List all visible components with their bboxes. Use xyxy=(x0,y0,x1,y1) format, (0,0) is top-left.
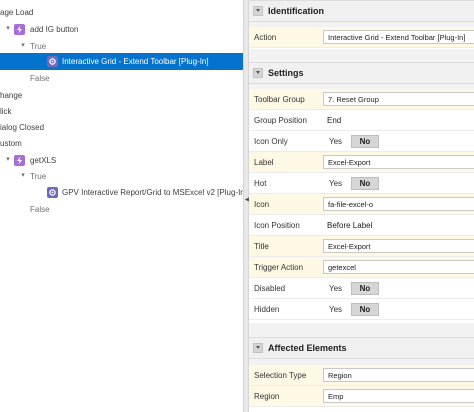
prop-row-label: Label Excel-Export xyxy=(249,152,474,173)
label-input[interactable]: Excel-Export xyxy=(323,155,474,169)
tree-node-false-branch[interactable]: False xyxy=(0,201,243,218)
trigger-action-input[interactable]: getexcel xyxy=(323,260,474,274)
yes-option[interactable]: Yes xyxy=(329,137,351,146)
tree-node-label: lick xyxy=(0,107,12,116)
disabled-toggle: Yes No xyxy=(329,281,379,295)
tree-node-getxls[interactable]: ▾ getXLS xyxy=(0,152,243,169)
prop-label: Hidden xyxy=(254,305,280,314)
prop-label: Icon xyxy=(254,200,270,209)
prop-row-icon-position: Icon Position Before Label xyxy=(249,215,474,236)
no-option[interactable]: No xyxy=(351,281,379,295)
tree-node-label: False xyxy=(30,205,50,214)
prop-label: Label xyxy=(254,158,274,167)
tree-node-gpv-excel-action[interactable]: GPV Interactive Report/Grid to MSExcel v… xyxy=(0,184,243,201)
group-header-affected-elements[interactable]: Affected Elements xyxy=(249,337,474,359)
group-header-identification[interactable]: Identification xyxy=(249,0,474,22)
prop-label: Trigger Action xyxy=(254,263,304,272)
chevron-down-icon[interactable]: ▾ xyxy=(4,25,12,33)
tree-node-label: True xyxy=(30,172,47,181)
collapse-icon[interactable] xyxy=(253,68,263,78)
collapse-icon[interactable] xyxy=(253,6,263,16)
yes-option[interactable]: Yes xyxy=(329,179,351,188)
prop-label: Icon Only xyxy=(254,137,288,146)
tree-node-extend-toolbar-action[interactable]: Interactive Grid - Extend Toolbar [Plug-… xyxy=(0,53,243,70)
dynamic-action-icon xyxy=(14,155,25,166)
prop-label: Action xyxy=(254,33,277,42)
tree-node-false-branch[interactable]: False xyxy=(0,70,243,87)
no-option[interactable]: No xyxy=(351,176,379,190)
hidden-toggle: Yes No xyxy=(329,302,379,316)
prop-label: Region xyxy=(254,392,280,401)
tree-node-dialog-closed[interactable]: ialog Closed xyxy=(0,119,243,136)
icon-input[interactable]: fa-file-excel-o xyxy=(323,197,474,211)
hot-toggle: Yes No xyxy=(329,176,379,190)
prop-label: Group Position xyxy=(254,116,307,125)
tree-node-label: ustom xyxy=(0,139,22,148)
prop-row-trigger-action: Trigger Action getexcel xyxy=(249,257,474,278)
prop-row-toolbar-group: Toolbar Group 7. Reset Group xyxy=(249,89,474,110)
no-option[interactable]: No xyxy=(351,302,379,316)
prop-label: Icon Position xyxy=(254,221,300,230)
prop-label: Title xyxy=(254,242,269,251)
prop-row-hidden: Hidden Yes No xyxy=(249,299,474,320)
prop-row-hot: Hot Yes No xyxy=(249,173,474,194)
prop-label: Toolbar Group xyxy=(254,95,305,104)
group-title: Identification xyxy=(268,6,324,16)
group-body-settings: Toolbar Group 7. Reset Group Group Posit… xyxy=(249,89,474,323)
prop-row-disabled: Disabled Yes No xyxy=(249,278,474,299)
group-body-affected-elements: Selection Type Region Region Emp xyxy=(249,365,474,412)
prop-row-icon-only: Icon Only Yes No xyxy=(249,131,474,152)
chevron-down-icon[interactable]: ▾ xyxy=(19,172,27,180)
chevron-down-icon[interactable]: ▾ xyxy=(4,156,12,164)
dynamic-action-icon xyxy=(14,24,25,35)
prop-row-action: Action Interactive Grid - Extend Toolbar… xyxy=(249,27,474,48)
group-body-identification: Action Interactive Grid - Extend Toolbar… xyxy=(249,27,474,49)
tree-node-click[interactable]: lick xyxy=(0,103,243,120)
yes-option[interactable]: Yes xyxy=(329,284,351,293)
tree-node-label: GPV Interactive Report/Grid to MSExcel v… xyxy=(62,188,243,197)
icon-only-toggle: Yes No xyxy=(329,134,379,148)
prop-label: Selection Type xyxy=(254,371,307,380)
tree-node-label: age Load xyxy=(0,8,34,17)
tree-node-custom[interactable]: ustom xyxy=(0,135,243,152)
group-title: Affected Elements xyxy=(268,343,347,353)
selection-type-select[interactable]: Region xyxy=(323,368,474,382)
prop-row-group-position: Group Position End xyxy=(249,110,474,131)
group-position-value[interactable]: End xyxy=(327,116,341,125)
tree-node-label: True xyxy=(30,42,47,51)
property-editor: Identification Action Interactive Grid -… xyxy=(249,0,474,412)
title-input[interactable]: Excel-Export xyxy=(323,239,474,253)
prop-row-region: Region Emp xyxy=(249,386,474,407)
prop-label: Disabled xyxy=(254,284,286,293)
group-header-settings[interactable]: Settings xyxy=(249,62,474,84)
prop-row-title: Title Excel-Export xyxy=(249,236,474,257)
region-select[interactable]: Emp xyxy=(323,389,474,403)
prop-label: Hot xyxy=(254,179,267,188)
tree-node-label: ialog Closed xyxy=(0,123,45,132)
tree-node-label: getXLS xyxy=(30,156,57,165)
tree-node-add-ig-button[interactable]: ▾ add IG button xyxy=(0,21,243,38)
rendering-tree: age Load ▾ add IG button ▾ True Interact… xyxy=(0,0,243,412)
collapse-icon[interactable] xyxy=(253,343,263,353)
icon-position-value[interactable]: Before Label xyxy=(327,221,372,230)
no-option[interactable]: No xyxy=(351,134,379,148)
tree-node-page-load[interactable]: age Load xyxy=(0,4,243,21)
toolbar-group-select[interactable]: 7. Reset Group xyxy=(323,92,474,106)
tree-node-label: hange xyxy=(0,91,23,100)
tree-node-change[interactable]: hange xyxy=(0,87,243,104)
plugin-gear-icon xyxy=(47,187,58,198)
yes-option[interactable]: Yes xyxy=(329,305,351,314)
chevron-down-icon[interactable]: ▾ xyxy=(19,42,27,50)
prop-row-selection-type: Selection Type Region xyxy=(249,365,474,386)
prop-row-icon: Icon fa-file-excel-o xyxy=(249,194,474,215)
tree-node-label: add IG button xyxy=(30,25,79,34)
tree-node-label: False xyxy=(30,74,50,83)
tree-node-true-branch[interactable]: ▾ True xyxy=(0,168,243,185)
group-title: Settings xyxy=(268,68,304,78)
tree-node-label: Interactive Grid - Extend Toolbar [Plug-… xyxy=(62,57,209,66)
action-select[interactable]: Interactive Grid - Extend Toolbar [Plug-… xyxy=(323,30,474,44)
plugin-gear-icon xyxy=(47,56,58,67)
